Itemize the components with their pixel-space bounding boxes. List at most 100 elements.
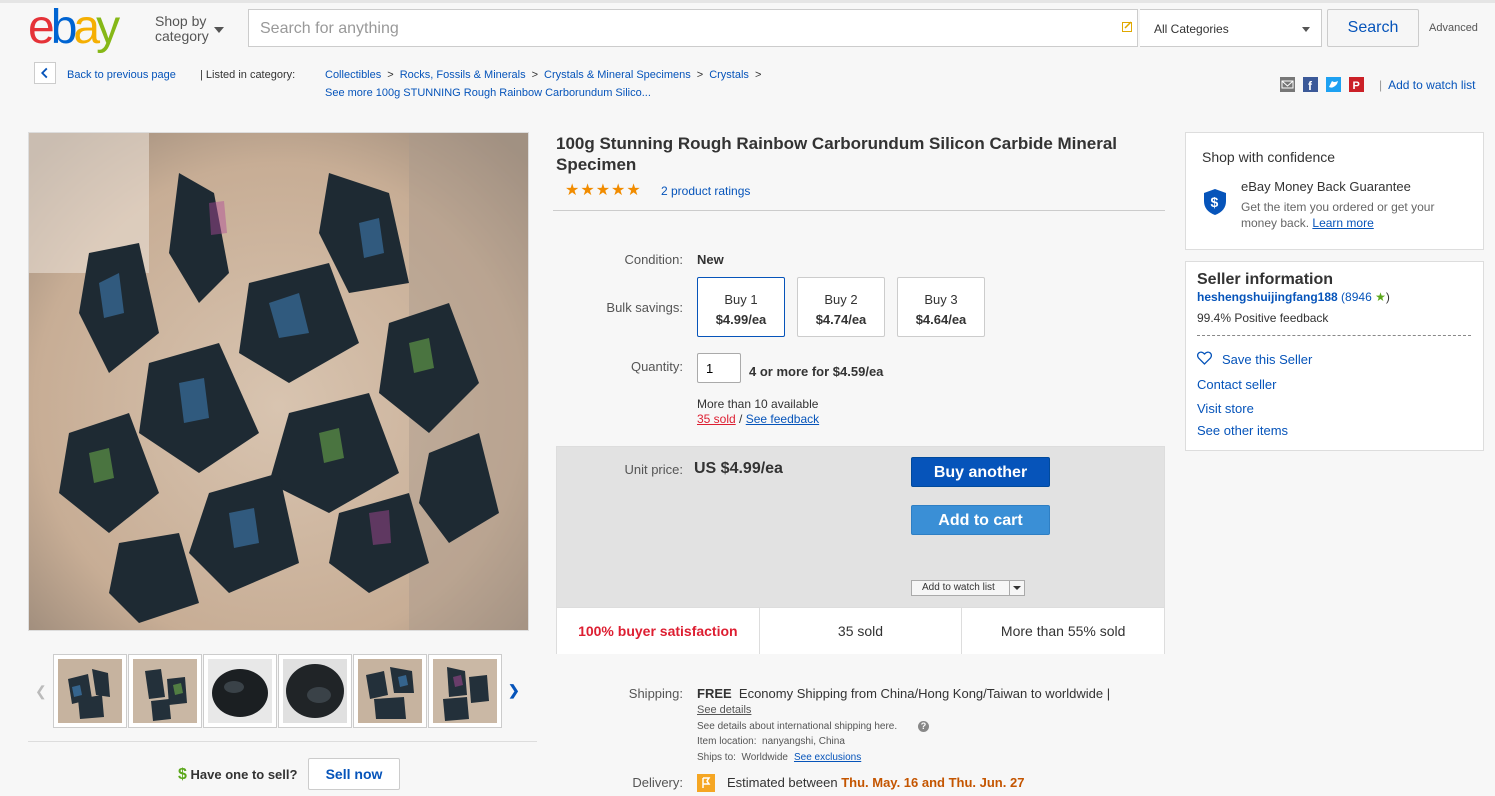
buy-another-button[interactable]: Buy another [911,457,1050,487]
contact-seller-link[interactable]: Contact seller [1197,377,1276,392]
twitter-icon[interactable] [1326,77,1341,92]
item-location-label: Item location: [697,736,757,747]
bulk-option-buy-2[interactable]: Buy 2 $4.74/ea [797,277,885,337]
watch-list-label: Add to watch list [1388,78,1476,92]
thumbnail-image [133,659,197,723]
category-label: category [155,28,209,44]
breadcrumb-item[interactable]: Crystals & Mineral Specimens [544,69,691,81]
chevron-down-icon[interactable] [1302,27,1310,32]
add-to-cart-button[interactable]: Add to cart [911,505,1050,535]
score-close: ) [1385,290,1390,304]
search-button[interactable]: Search [1327,9,1419,47]
shield-icon: $ [1204,189,1226,215]
see-feedback-link[interactable]: See feedback [746,412,819,426]
chevron-down-icon[interactable] [214,27,224,33]
thumbnail-image [208,659,272,723]
add-to-watch-list-button[interactable]: Add to watch list [911,580,1025,596]
category-select[interactable]: All Categories [1140,9,1322,47]
svg-text:P: P [1353,80,1360,92]
thumbnail-image [358,659,422,723]
feedback-score-link[interactable]: (8946 [1341,290,1372,304]
breadcrumb-separator: > [696,69,704,81]
breadcrumb-item[interactable]: Crystals [709,69,749,81]
thumbnail[interactable] [203,654,277,728]
quantity-input[interactable] [697,353,741,383]
visit-store-link[interactable]: Visit store [1197,401,1254,416]
bulk-savings-label: Bulk savings: [606,300,683,315]
bulk-option-buy-1[interactable]: Buy 1 $4.99/ea [697,277,785,337]
dollar-icon: $ [178,766,187,783]
positive-feedback: 99.4% Positive feedback [1197,311,1329,325]
see-exclusions-link[interactable]: See exclusions [794,752,861,763]
svg-text:ebay: ebay [28,3,120,54]
ships-to-value: Worldwide [741,752,788,763]
breadcrumb-separator: > [387,69,394,81]
see-details-link[interactable]: See details [697,704,751,716]
thumbnail[interactable] [128,654,202,728]
ebay-logo[interactable]: ebay [28,3,148,55]
watch-list-label: Add to watch list [922,582,995,593]
see-other-items-link[interactable]: See other items [1197,423,1288,438]
chevron-left-icon[interactable]: ❮ [35,683,47,700]
condition-label: Condition: [624,252,683,267]
bulk-option-buy-3[interactable]: Buy 3 $4.64/ea [897,277,985,337]
ships-to: Ships to: Worldwide See exclusions [697,752,861,763]
chevron-right-icon[interactable]: ❯ [508,682,520,699]
search-input[interactable] [258,12,1112,46]
delivery-pre: Estimated between [727,775,838,790]
top-border [0,0,1495,3]
delivery-label: Delivery: [632,775,683,790]
learn-more-link[interactable]: Learn more [1312,216,1373,230]
buyer-satisfaction: 100% buyer satisfaction [557,608,760,654]
thumbnail-image [58,659,122,723]
shipping-method: FREE Economy Shipping from China/Hong Ko… [697,686,1110,701]
confidence-title: Shop with confidence [1202,149,1336,165]
bulk-price: $4.64/ea [915,312,967,327]
thumbnail-image [283,659,347,723]
sold-count: 35 sold [760,608,963,654]
facebook-icon[interactable]: f [1303,77,1318,92]
chevron-down-icon[interactable] [1009,581,1024,595]
sell-now-button[interactable]: Sell now [308,758,400,790]
back-arrow-icon[interactable] [34,62,56,84]
divider: | [1379,78,1383,92]
sell-prompt: Have one to sell? [190,767,298,782]
edit-icon[interactable] [1122,21,1133,32]
product-title: 100g Stunning Rough Rainbow Carborundum … [556,134,1118,174]
unit-price-label: Unit price: [624,462,683,477]
heart-icon[interactable] [1197,351,1212,365]
seller-name-link[interactable]: heshengshuijingfang188 [1197,290,1338,304]
thumbnail[interactable] [428,654,502,728]
shop-by-category[interactable]: Shop by category [155,14,209,44]
delivery-dates: Thu. May. 16 and Thu. Jun. 27 [841,775,1025,790]
advanced-search-link[interactable]: Advanced [1429,22,1478,34]
product-ratings-link[interactable]: 2 product ratings [661,184,750,198]
condition-value: New [697,252,724,267]
free-label: FREE [697,686,732,701]
email-icon[interactable] [1280,77,1295,92]
unit-price-value: US $4.99/ea [694,460,783,477]
see-more-link[interactable]: See more 100g STUNNING Rough Rainbow Car… [325,87,651,99]
item-location: Item location: nanyangshi, China [697,736,845,747]
help-icon[interactable]: ? [918,721,929,732]
breadcrumb-item[interactable]: Rocks, Fossils & Minerals [400,69,526,81]
pinterest-icon[interactable]: P [1349,77,1364,92]
delivery-estimate: Estimated between Thu. May. 16 and Thu. … [727,775,1024,790]
thumbnail[interactable] [53,654,127,728]
divider [28,741,537,742]
money-back-title: eBay Money Back Guarantee [1241,179,1411,194]
shipping-method-text: Economy Shipping from China/Hong Kong/Ta… [738,686,1111,701]
main-product-image[interactable] [28,132,529,631]
international-shipping-text: See details about international shipping… [697,721,898,732]
bulk-price: $4.74/ea [815,312,867,327]
flag-icon [697,774,715,792]
thumbnail[interactable] [278,654,352,728]
breadcrumb-item[interactable]: Collectibles [325,69,381,81]
save-seller-link[interactable]: Save this Seller [1222,352,1312,367]
star-rating-icon[interactable]: ★★★★★ [565,180,642,200]
back-link[interactable]: Back to previous page [67,69,176,81]
sold-link[interactable]: 35 sold [697,412,736,426]
thumbnail[interactable] [353,654,427,728]
add-to-watch-list-link[interactable]: | Add to watch list [1379,78,1476,92]
star-icon: ★ [1375,290,1386,304]
